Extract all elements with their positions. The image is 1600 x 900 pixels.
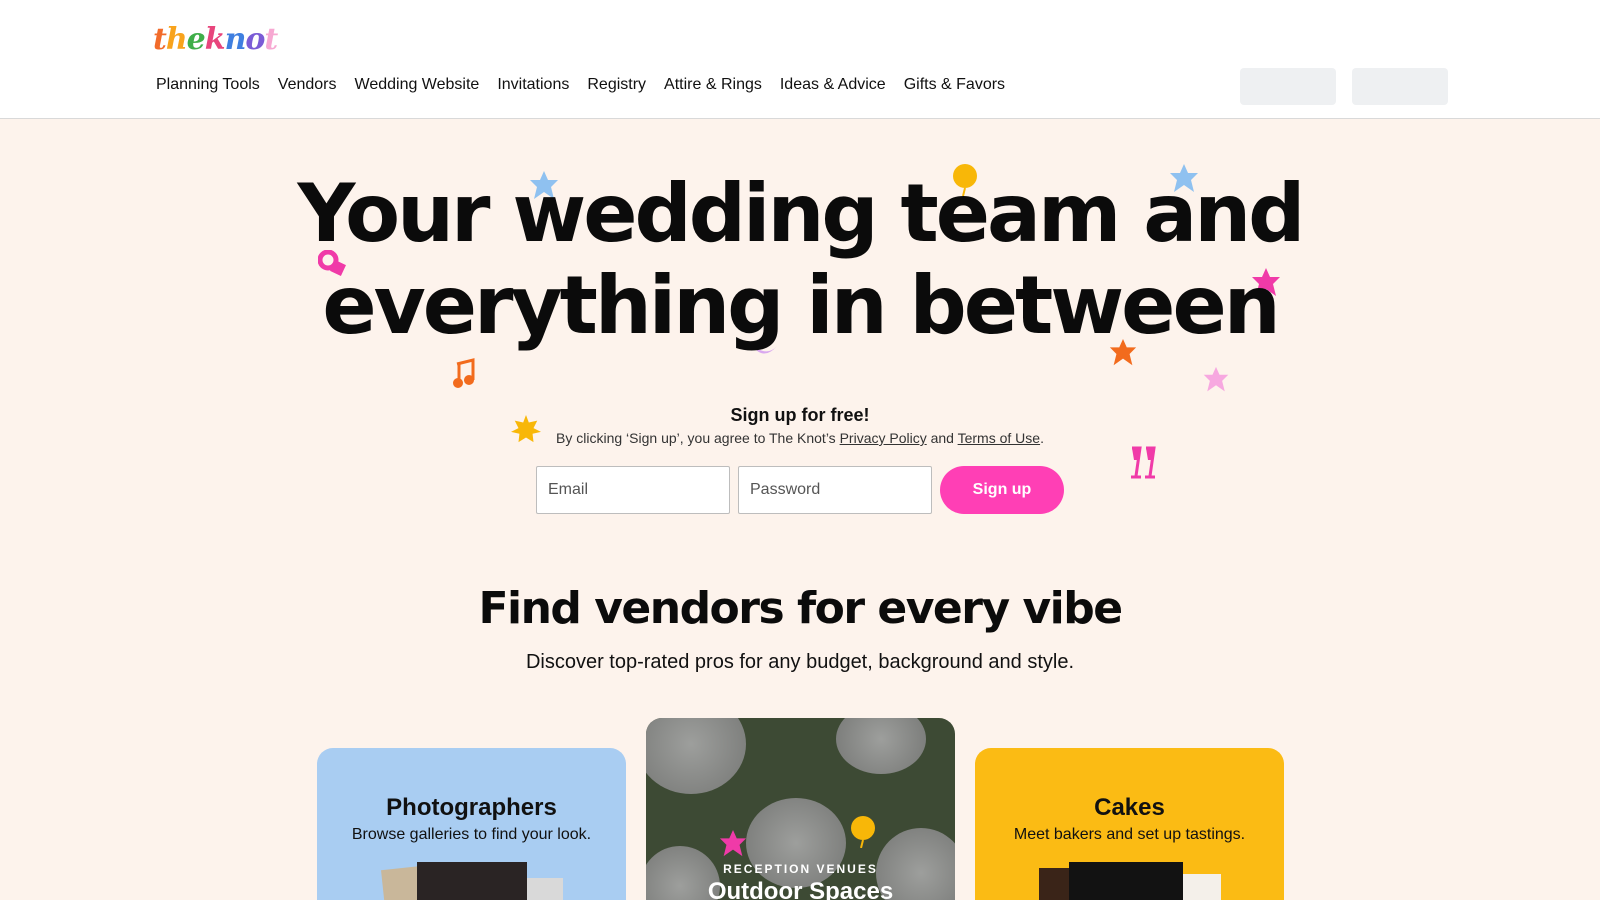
umbrella-image (646, 718, 746, 794)
signup-button[interactable]: Sign up (940, 466, 1064, 514)
card-title: Photographers (386, 794, 557, 821)
signup-terms: By clicking ‘Sign up’, you agree to The … (0, 430, 1600, 446)
light-pink-star-sticker-icon (1203, 366, 1229, 392)
hero-title: Your wedding team and everything in betw… (0, 168, 1600, 352)
email-input[interactable] (536, 466, 730, 514)
hero-title-line1: Your wedding team and (297, 167, 1306, 260)
logo-letter: o (245, 22, 265, 57)
site-header: theknot Planning Tools Vendors Wedding W… (0, 0, 1600, 119)
outdoor-spaces-card[interactable]: RECEPTION VENUES Outdoor Spaces (646, 718, 955, 900)
couple-photo-image (417, 862, 527, 900)
terms-of-use-link[interactable]: Terms of Use (958, 430, 1040, 446)
card-category-label: RECEPTION VENUES (723, 862, 878, 876)
vendors-subtitle: Discover top-rated pros for any budget, … (525, 651, 1075, 673)
nav-attire-rings[interactable]: Attire & Rings (664, 74, 762, 96)
cakes-card[interactable]: Cakes Meet bakers and set up tastings. (975, 748, 1284, 900)
signup-title: Sign up for free! (730, 405, 870, 425)
card-title: Outdoor Spaces (707, 878, 894, 900)
card-title: Cakes (1094, 794, 1165, 821)
logo-letter: n (224, 22, 247, 57)
nav-gifts-favors[interactable]: Gifts & Favors (904, 74, 1005, 96)
nav-wedding-website[interactable]: Wedding Website (355, 74, 480, 96)
photographers-card[interactable]: Photographers Browse galleries to find y… (317, 748, 626, 900)
nav-vendors[interactable]: Vendors (278, 74, 337, 96)
nav-invitations[interactable]: Invitations (497, 74, 569, 96)
card-subtitle: Meet bakers and set up tastings. (1013, 826, 1246, 843)
nav-planning-tools[interactable]: Planning Tools (156, 74, 260, 96)
logo-letter: t (153, 22, 167, 57)
yellow-balloon-icon (851, 816, 875, 848)
logo-letter: e (186, 22, 206, 57)
cake-photo-image (1069, 862, 1183, 900)
terms-mid: and (926, 430, 958, 446)
hero-title-line2: everything in between (322, 259, 1280, 352)
orange-music-note-icon (453, 358, 475, 388)
the-knot-logo[interactable]: theknot (153, 22, 278, 58)
logo-letter: h (165, 22, 188, 57)
terms-suffix: . (1040, 430, 1044, 446)
nav-ideas-advice[interactable]: Ideas & Advice (780, 74, 886, 96)
nav-registry[interactable]: Registry (587, 74, 646, 96)
pink-star-sticker-icon (719, 830, 747, 857)
privacy-policy-link[interactable]: Privacy Policy (840, 430, 927, 446)
umbrella-image (836, 718, 926, 774)
vendors-title: Find vendors for every vibe (478, 583, 1123, 634)
main-nav: Planning Tools Vendors Wedding Website I… (156, 74, 1023, 96)
join-button-placeholder[interactable] (1352, 68, 1448, 105)
login-button-placeholder[interactable] (1240, 68, 1336, 105)
logo-letter: t (264, 22, 278, 57)
password-input[interactable] (738, 466, 932, 514)
terms-prefix: By clicking ‘Sign up’, you agree to The … (556, 430, 840, 446)
pink-champagne-glasses-icon (1131, 446, 1156, 479)
cake-thumbnail-image (1183, 874, 1221, 900)
card-subtitle: Browse galleries to find your look. (351, 826, 592, 843)
photo-thumbnail-image (527, 878, 563, 900)
logo-letter: k (204, 22, 226, 57)
